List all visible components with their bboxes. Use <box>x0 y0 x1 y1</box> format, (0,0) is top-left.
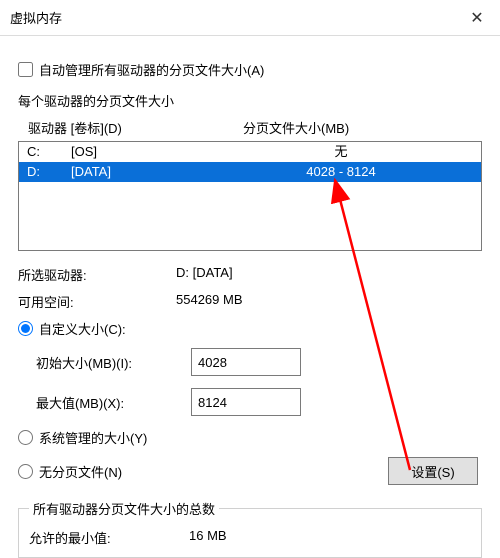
free-space-label: 可用空间: <box>18 292 176 311</box>
free-space-row: 可用空间: 554269 MB <box>18 292 482 311</box>
min-allowed-row: 允许的最小值: 16 MB <box>29 528 471 547</box>
no-paging-set-row: 无分页文件(N) 设置(S) <box>18 457 482 485</box>
max-size-input[interactable] <box>191 388 301 416</box>
custom-size-row: 自定义大小(C): <box>18 319 482 338</box>
set-button-label: 设置(S) <box>411 462 454 481</box>
titlebar: 虚拟内存 ✕ <box>0 0 500 36</box>
max-size-row: 最大值(MB)(X): <box>36 388 482 416</box>
min-allowed-value: 16 MB <box>189 528 471 547</box>
drive-size: 无 <box>241 142 481 162</box>
close-icon: ✕ <box>470 8 483 28</box>
header-size: 分页文件大小(MB) <box>243 118 480 137</box>
initial-size-input[interactable] <box>191 348 301 376</box>
totals-group: 所有驱动器分页文件大小的总数 允许的最小值: 16 MB <box>18 499 482 558</box>
drive-label: [OS] <box>71 142 241 162</box>
drive-row-c[interactable]: C: [OS] 无 <box>19 142 481 162</box>
window-title: 虚拟内存 <box>10 8 454 27</box>
custom-size-radio[interactable] <box>18 321 33 336</box>
system-managed-radio[interactable] <box>18 430 33 445</box>
system-managed-label: 系统管理的大小(Y) <box>39 428 147 447</box>
header-drive: 驱动器 [卷标](D) <box>28 118 243 137</box>
initial-size-label: 初始大小(MB)(I): <box>36 353 191 372</box>
free-space-value: 554269 MB <box>176 292 482 311</box>
auto-manage-label: 自动管理所有驱动器的分页文件大小(A) <box>39 60 264 79</box>
drive-letter: C: <box>27 142 71 162</box>
drive-headers: 驱动器 [卷标](D) 分页文件大小(MB) <box>18 118 482 141</box>
drive-size: 4028 - 8124 <box>241 162 481 182</box>
system-managed-row: 系统管理的大小(Y) <box>18 428 482 447</box>
close-button[interactable]: ✕ <box>454 0 500 36</box>
auto-manage-checkbox[interactable] <box>18 62 33 77</box>
no-paging-radio[interactable] <box>18 464 33 479</box>
drive-letter: D: <box>27 162 71 182</box>
drive-row-d[interactable]: D: [DATA] 4028 - 8124 <box>19 162 481 182</box>
per-drive-label: 每个驱动器的分页文件大小 <box>18 91 482 110</box>
custom-size-label: 自定义大小(C): <box>39 319 126 338</box>
auto-manage-row: 自动管理所有驱动器的分页文件大小(A) <box>18 60 482 79</box>
content-area: 自动管理所有驱动器的分页文件大小(A) 每个驱动器的分页文件大小 驱动器 [卷标… <box>0 36 500 558</box>
drive-list[interactable]: C: [OS] 无 D: [DATA] 4028 - 8124 <box>18 141 482 251</box>
selected-drive-value: D: [DATA] <box>176 265 482 284</box>
no-paging-label: 无分页文件(N) <box>39 462 122 481</box>
max-size-label: 最大值(MB)(X): <box>36 393 191 412</box>
no-paging-row: 无分页文件(N) <box>18 462 122 481</box>
min-allowed-label: 允许的最小值: <box>29 528 189 547</box>
totals-legend: 所有驱动器分页文件大小的总数 <box>29 499 219 518</box>
selected-drive-label: 所选驱动器: <box>18 265 176 284</box>
drive-label: [DATA] <box>71 162 241 182</box>
initial-size-row: 初始大小(MB)(I): <box>36 348 482 376</box>
set-button[interactable]: 设置(S) <box>388 457 478 485</box>
selected-drive-row: 所选驱动器: D: [DATA] <box>18 265 482 284</box>
